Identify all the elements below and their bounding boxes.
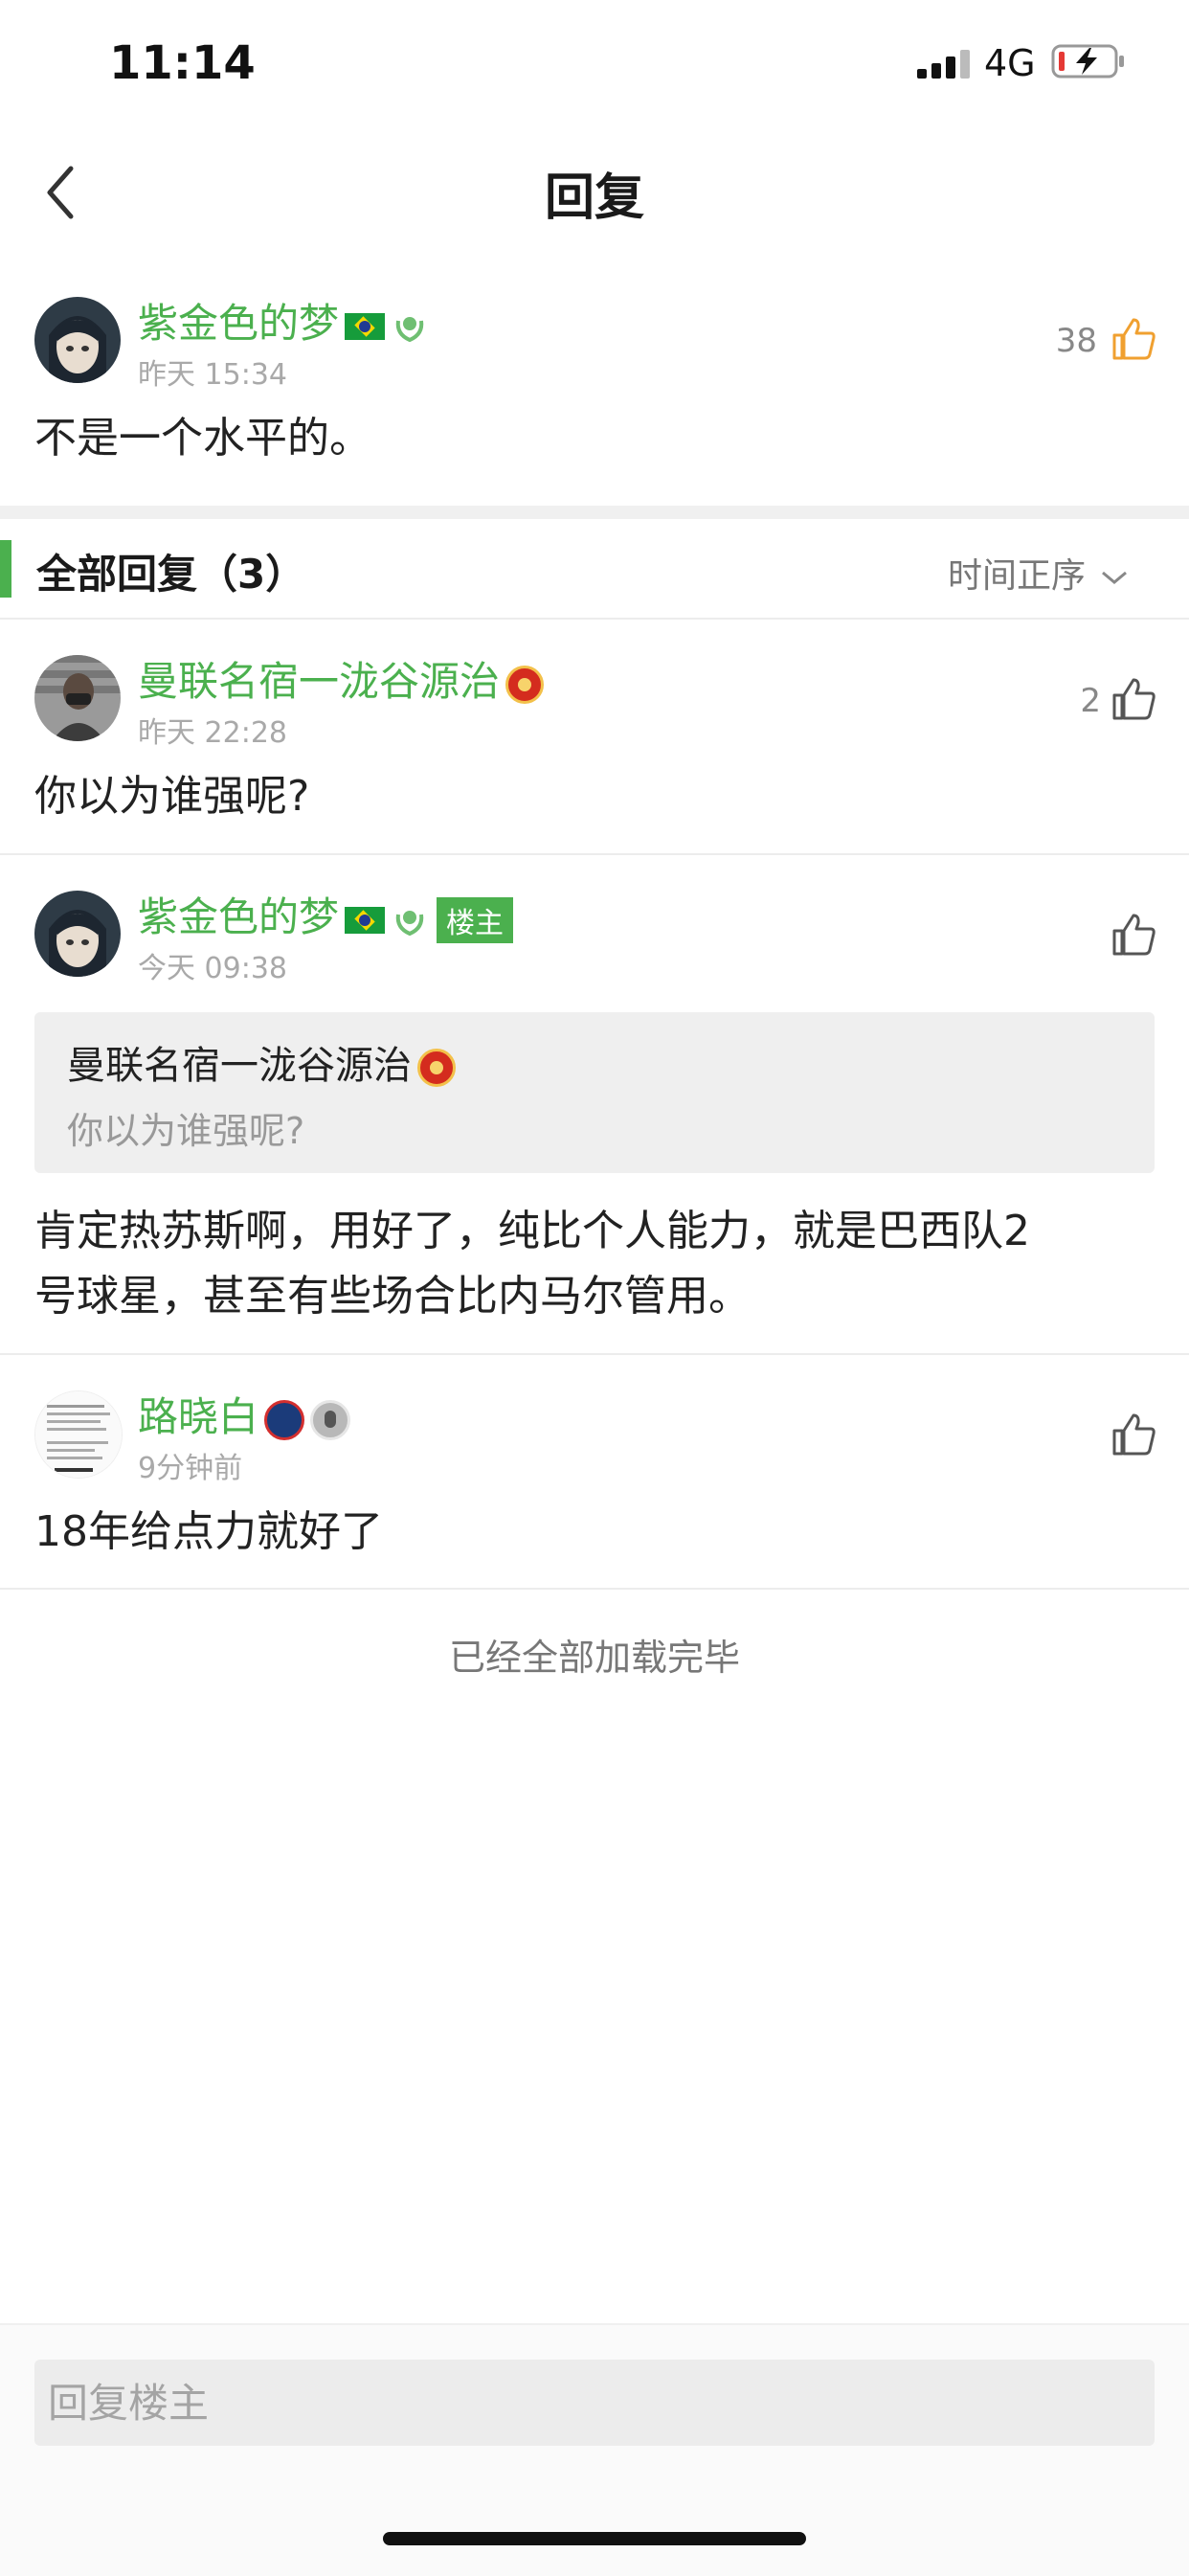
- sort-dropdown[interactable]: 时间正序: [948, 548, 1129, 598]
- page-title: 回复: [544, 169, 644, 227]
- owner-tag: 楼主: [437, 896, 514, 943]
- section-accent-bar: [0, 540, 11, 598]
- wreath-badge-icon: [395, 316, 424, 342]
- username[interactable]: 曼联名宿一泷谷源治: [138, 658, 500, 705]
- brazil-flag-icon: [345, 312, 386, 340]
- reply-content-line: 肯定热苏斯啊，用好了，纯比个人能力，就是巴西队2: [34, 1207, 1030, 1255]
- divider: [0, 618, 1189, 620]
- end-of-list-text: 已经全部加载完毕: [448, 1637, 740, 1679]
- chevron-down-icon: [1102, 571, 1128, 584]
- post-time: 昨天 15:34: [138, 358, 287, 392]
- divider: [0, 1353, 1189, 1355]
- avatar[interactable]: [34, 655, 121, 741]
- battery-charging-icon: [1051, 44, 1124, 79]
- quote-name: 曼联名宿一泷谷源治: [67, 1044, 412, 1088]
- brazil-flag-icon: [345, 906, 386, 934]
- manchester-united-badge-icon: [505, 665, 545, 704]
- anime-avatar-icon: [34, 891, 121, 977]
- avatar[interactable]: [34, 891, 121, 977]
- section-title: 全部回复（3）: [36, 551, 306, 598]
- network-label: 4G: [984, 42, 1036, 84]
- like-count: 2: [1080, 682, 1101, 720]
- avatar[interactable]: [34, 1390, 123, 1479]
- quoted-author: 曼联名宿一泷谷源治: [67, 1034, 456, 1090]
- quoted-text: 你以为谁强呢?: [67, 1110, 305, 1152]
- avatar[interactable]: [34, 297, 121, 383]
- like-count: 38: [1055, 322, 1097, 360]
- divider: [0, 853, 1189, 855]
- status-time: 11:14: [109, 36, 256, 90]
- psg-badge-icon: [264, 1399, 305, 1440]
- post-author[interactable]: 紫金色的梦: [138, 291, 429, 350]
- username[interactable]: 紫金色的梦: [138, 893, 339, 940]
- home-indicator: [383, 2532, 806, 2545]
- reply-input[interactable]: [34, 2360, 1155, 2446]
- reply-author[interactable]: 曼联名宿一泷谷源治: [138, 649, 545, 708]
- wreath-badge-icon: [395, 910, 424, 936]
- photo-avatar-icon: [34, 655, 121, 741]
- sort-label: 时间正序: [948, 556, 1087, 596]
- reply-author[interactable]: 紫金色的梦 楼主: [138, 885, 514, 943]
- reply-content: 你以为谁强呢?: [34, 772, 310, 821]
- username[interactable]: 紫金色的梦: [138, 300, 339, 347]
- thumbs-up-icon[interactable]: [1110, 912, 1156, 958]
- username[interactable]: 路晓白: [138, 1393, 258, 1440]
- reply-time: 今天 09:38: [138, 952, 287, 985]
- reply-content: 18年给点力就好了: [34, 1507, 383, 1556]
- manchester-united-badge-icon: [417, 1049, 456, 1087]
- reply-content-line: 号球星，甚至有些场合比内马尔管用。: [34, 1272, 751, 1321]
- thumbs-up-icon[interactable]: [1110, 316, 1156, 362]
- club-badge-icon: [310, 1399, 351, 1440]
- signal-icon: [917, 50, 970, 79]
- divider: [0, 1588, 1189, 1590]
- reply-author[interactable]: 路晓白: [138, 1385, 351, 1443]
- text-image-avatar-icon: [35, 1391, 122, 1478]
- thumbs-up-icon[interactable]: [1110, 1412, 1156, 1457]
- post-content: 不是一个水平的。: [34, 414, 371, 463]
- reply-time: 昨天 22:28: [138, 716, 287, 750]
- thumbs-up-icon[interactable]: [1110, 676, 1156, 722]
- reply-time: 9分钟前: [138, 1452, 243, 1485]
- anime-avatar-icon: [34, 297, 121, 383]
- section-divider: [0, 506, 1189, 519]
